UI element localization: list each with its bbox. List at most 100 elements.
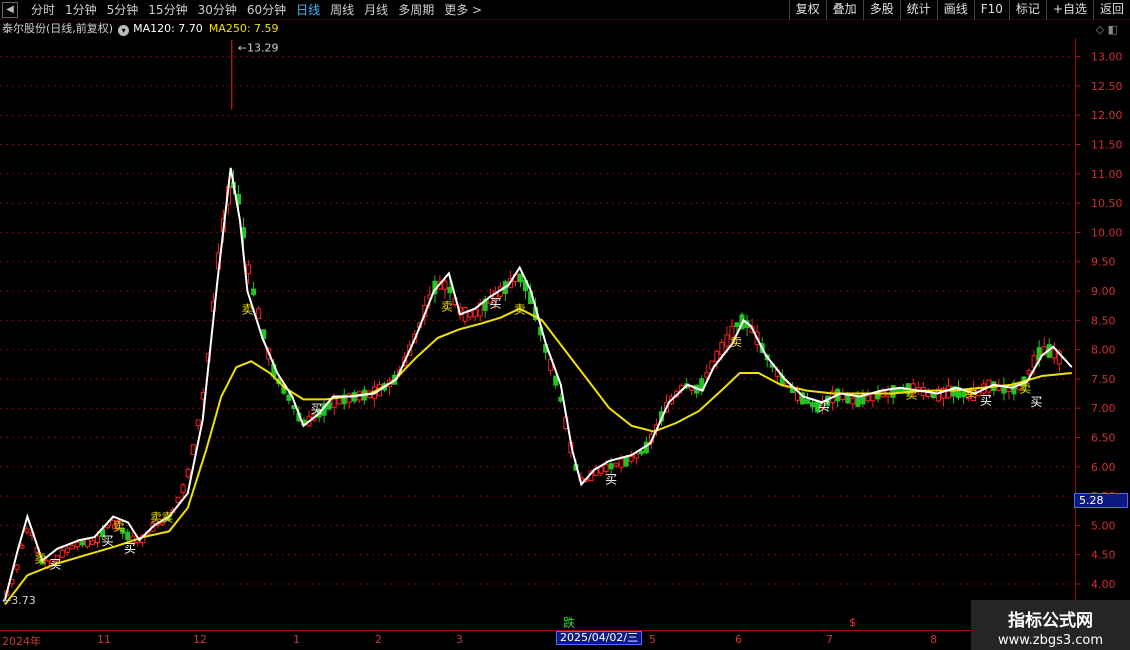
candle-body: [195, 419, 201, 426]
candle: [991, 381, 997, 396]
candle-body: [865, 395, 871, 402]
candle-body: [517, 273, 523, 283]
high-marker-label: ←13.29: [238, 42, 279, 55]
candle: [472, 308, 478, 321]
tool-button[interactable]: 标记: [1008, 0, 1046, 20]
candle-body: [14, 564, 20, 570]
candle: [14, 563, 20, 574]
candle: [946, 378, 952, 399]
period-tab[interactable]: 15分钟: [143, 0, 192, 20]
period-toolbar: ◀ 分时 1分钟 5分钟 15分钟 30分钟 60分钟 日线 周线 月线 多周期 更多 > 复权 叠加…: [0, 0, 1130, 20]
period-tab[interactable]: 5分钟: [102, 0, 144, 20]
candle: [1006, 386, 1012, 400]
tool-button[interactable]: 叠加: [825, 0, 863, 20]
window-controls-icon[interactable]: ◇ ◧: [1096, 23, 1118, 36]
candle-body: [860, 395, 866, 405]
month-label: 12: [193, 633, 207, 646]
buy-signal: 买: [49, 557, 61, 571]
buy-signal: 买: [605, 473, 617, 487]
candle-body: [175, 496, 181, 503]
period-tab[interactable]: 60分钟: [242, 0, 291, 20]
candle-body: [850, 397, 856, 405]
back-arrow-icon[interactable]: ◀: [2, 2, 18, 18]
current-price-badge: 5.28: [1074, 493, 1128, 508]
sell-signal: 卖: [241, 303, 253, 317]
candle-body: [95, 535, 101, 544]
dropdown-circle-icon[interactable]: ▾: [118, 25, 130, 36]
event-fall-label: 跌: [563, 616, 576, 630]
month-label: 7: [826, 633, 833, 646]
sell-signal: 卖: [730, 335, 742, 349]
period-tab[interactable]: 30分钟: [193, 0, 242, 20]
candle-body: [59, 549, 65, 558]
period-tab[interactable]: 日线: [291, 0, 325, 20]
candle-body: [185, 468, 191, 478]
candle: [835, 387, 841, 408]
candle-body: [447, 286, 453, 294]
candle: [517, 273, 523, 288]
grid: [0, 56, 1074, 585]
price-axis-border: [1075, 38, 1130, 630]
period-tab[interactable]: 月线: [359, 0, 393, 20]
watermark: 指标公式网 www.zbgs3.com: [971, 600, 1130, 650]
tool-button[interactable]: 多股: [862, 0, 900, 20]
period-tab[interactable]: 多周期: [393, 0, 439, 20]
tool-button[interactable]: 统计: [899, 0, 937, 20]
sell-signal: 卖: [514, 303, 526, 317]
candle: [885, 385, 891, 405]
buy-signal: 买: [124, 542, 136, 556]
watermark-url: www.zbgs3.com: [997, 633, 1104, 648]
candle-body: [714, 350, 720, 362]
candle: [502, 279, 508, 302]
buy-signal: 买: [310, 402, 322, 416]
tool-buttons: 复权 叠加 多股 统计 画线 F10 标记 +自选 返回: [788, 0, 1130, 20]
candle-body: [613, 462, 619, 467]
tool-button[interactable]: F10: [973, 0, 1009, 20]
candle-body: [719, 341, 725, 356]
candle-body: [79, 540, 85, 546]
candle: [860, 389, 866, 408]
candle-body: [251, 288, 257, 296]
candle-body: [89, 540, 95, 545]
candle: [462, 306, 468, 325]
candle-body: [1026, 370, 1032, 375]
stock-title: 泰尔股份(日线,前复权): [2, 22, 114, 35]
period-tab[interactable]: 周线: [325, 0, 359, 20]
period-tab[interactable]: 分时: [26, 0, 60, 20]
candle: [24, 525, 30, 535]
candle-body: [467, 311, 473, 318]
month-label: 6: [735, 633, 742, 646]
tool-button[interactable]: 画线: [936, 0, 974, 20]
ma120-value: MA120: 7.70: [133, 22, 203, 35]
buy-signal: 买: [102, 534, 114, 548]
period-tab[interactable]: 更多 >: [439, 0, 487, 20]
tool-button[interactable]: 复权: [788, 0, 826, 20]
sell-signal: 卖: [34, 552, 46, 566]
month-label: 5: [649, 633, 656, 646]
candle: [125, 528, 131, 543]
signals: 卖买买卖买卖 卖卖买卖买卖买卖买卖 卖买卖买: [34, 297, 1042, 572]
month-label: 1: [293, 633, 300, 646]
period-tab[interactable]: 1分钟: [60, 0, 102, 20]
tool-button[interactable]: +自选: [1045, 0, 1093, 20]
candle: [477, 298, 483, 322]
tool-button[interactable]: 返回: [1092, 0, 1130, 20]
buy-signal: 买: [818, 399, 830, 413]
candle-body: [890, 385, 896, 398]
buy-signal: 买: [1030, 395, 1042, 409]
candle-body: [462, 306, 468, 322]
kline-chart[interactable]: ←13.29←3.73 卖买买卖买卖 卖卖买卖买卖买卖买卖 卖买卖买 4.004.5…: [0, 38, 1130, 630]
candle: [356, 390, 362, 404]
month-label: 2: [375, 633, 382, 646]
candle-body: [734, 322, 740, 327]
candle-body: [598, 466, 604, 474]
month-label: 3: [456, 633, 463, 646]
dividend-dollar-icon: $: [849, 616, 856, 629]
candle: [195, 419, 201, 431]
sell-signal: 卖: [113, 519, 125, 533]
buy-signal: 买: [980, 393, 992, 407]
buy-signal: 买: [489, 297, 501, 311]
candle: [840, 388, 846, 403]
period-tabs: 分时 1分钟 5分钟 15分钟 30分钟 60分钟 日线 周线 月线 多周期 更多 >: [26, 0, 487, 20]
candle-body: [24, 528, 30, 533]
